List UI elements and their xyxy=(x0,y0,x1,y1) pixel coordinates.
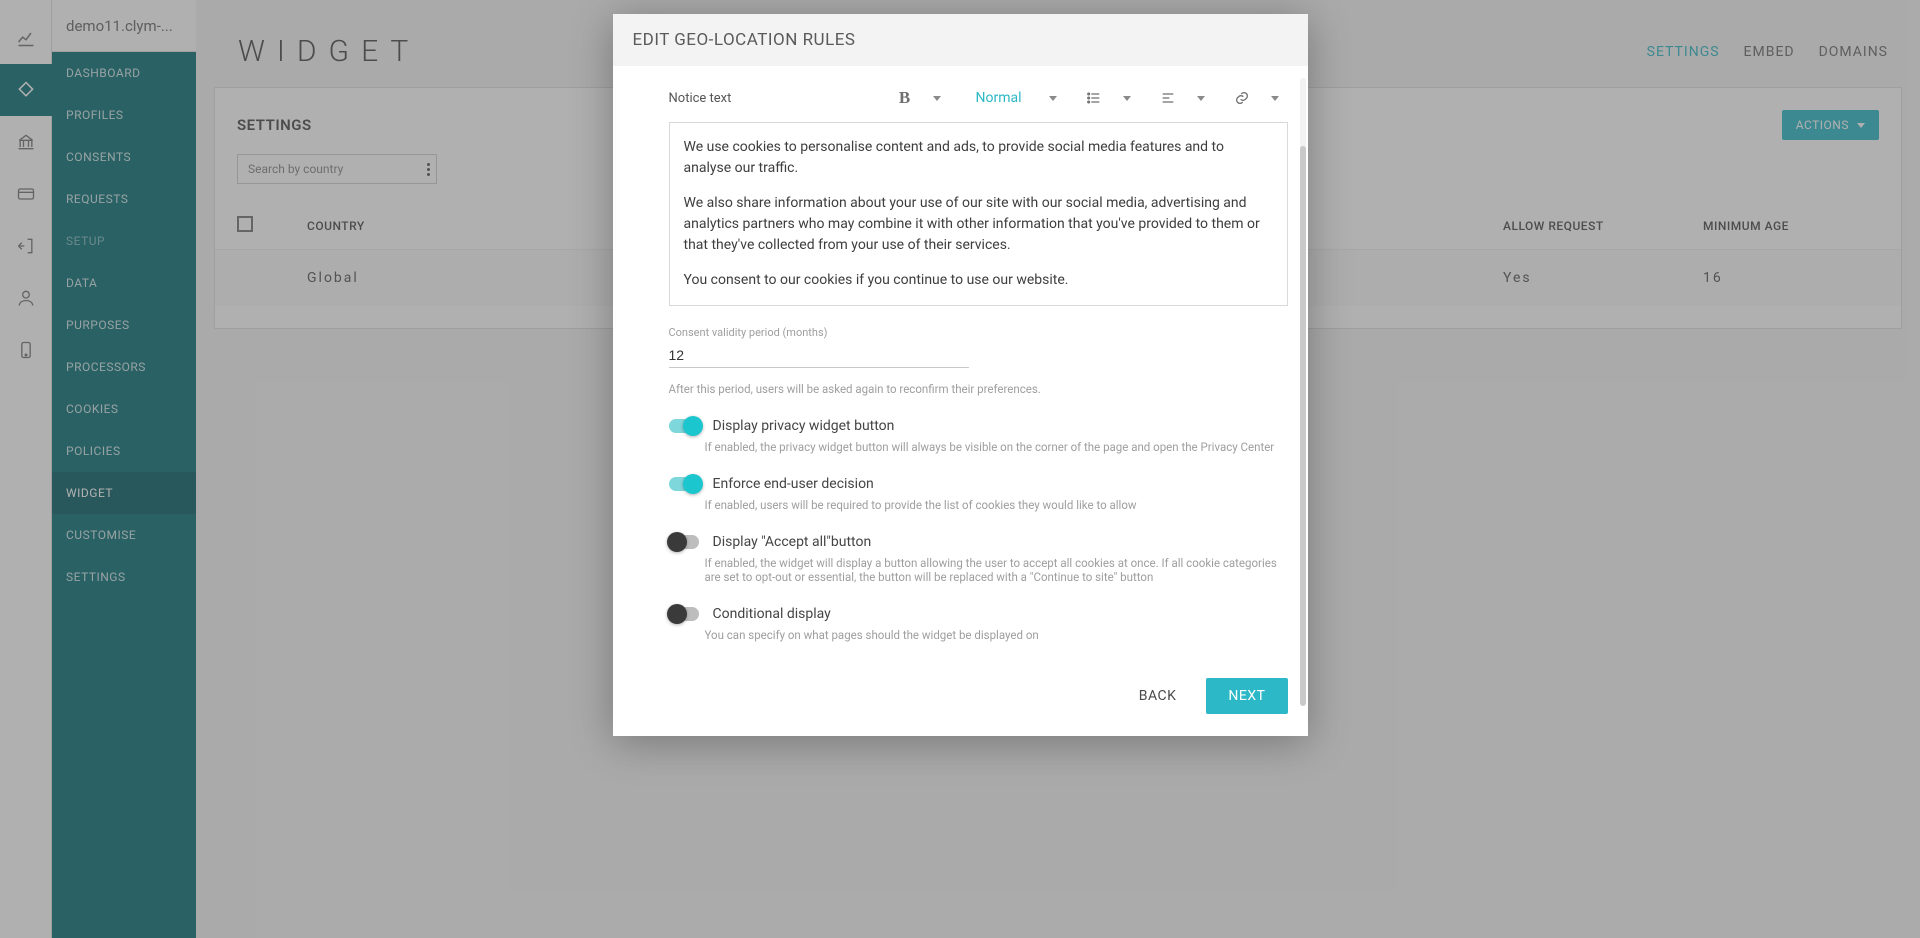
toggle-enforce-label: Enforce end-user decision xyxy=(713,476,874,492)
format-select[interactable]: Normal xyxy=(964,86,1034,110)
bold-dropdown[interactable] xyxy=(924,92,950,105)
toggle-conditional[interactable] xyxy=(669,607,699,621)
toggle-privacy-desc: If enabled, the privacy widget button wi… xyxy=(705,440,1288,454)
toggle-privacy-label: Display privacy widget button xyxy=(713,418,895,434)
align-button[interactable] xyxy=(1154,86,1182,110)
link-dropdown[interactable] xyxy=(1262,92,1288,105)
toggle-privacy[interactable] xyxy=(669,419,699,433)
toggle-acceptall-label: Display "Accept all"button xyxy=(713,534,872,550)
scrollbar-thumb[interactable] xyxy=(1300,146,1306,706)
toggle-conditional-label: Conditional display xyxy=(713,606,831,622)
toggle-conditional-desc: You can specify on what pages should the… xyxy=(705,628,1288,642)
back-button[interactable]: BACK xyxy=(1127,678,1189,714)
toggle-enforce[interactable] xyxy=(669,477,699,491)
notice-paragraph: We also share information about your use… xyxy=(684,193,1273,256)
next-button[interactable]: NEXT xyxy=(1206,678,1287,714)
toggle-acceptall-desc: If enabled, the widget will display a bu… xyxy=(705,556,1288,584)
list-dropdown[interactable] xyxy=(1114,92,1140,105)
modal-footer: BACK NEXT xyxy=(613,656,1308,736)
rte-toolbar: Notice text B Normal xyxy=(669,84,1288,112)
validity-help: After this period, users will be asked a… xyxy=(669,382,1288,396)
format-dropdown[interactable] xyxy=(1040,92,1066,105)
toggle-enforce-desc: If enabled, users will be required to pr… xyxy=(705,498,1288,512)
notice-paragraph: You consent to our cookies if you contin… xyxy=(684,270,1273,291)
chevron-down-icon xyxy=(1049,96,1057,101)
list-button[interactable] xyxy=(1080,86,1108,110)
notice-text-editor[interactable]: We use cookies to personalise content an… xyxy=(669,122,1288,306)
edit-geo-rules-modal: EDIT GEO-LOCATION RULES Notice text B No… xyxy=(613,14,1308,736)
link-button[interactable] xyxy=(1228,86,1256,110)
modal-title: EDIT GEO-LOCATION RULES xyxy=(613,14,1308,66)
chevron-down-icon xyxy=(933,96,941,101)
align-dropdown[interactable] xyxy=(1188,92,1214,105)
modal-body: Notice text B Normal We use cooki xyxy=(613,66,1308,656)
chevron-down-icon xyxy=(1123,96,1131,101)
notice-label: Notice text xyxy=(669,91,732,106)
validity-label: Consent validity period (months) xyxy=(669,326,1288,339)
chevron-down-icon xyxy=(1197,96,1205,101)
validity-input[interactable] xyxy=(669,343,969,368)
notice-paragraph: We use cookies to personalise content an… xyxy=(684,137,1273,179)
modal-overlay: EDIT GEO-LOCATION RULES Notice text B No… xyxy=(0,0,1920,938)
bold-button[interactable]: B xyxy=(892,84,918,112)
toggle-acceptall[interactable] xyxy=(669,535,699,549)
chevron-down-icon xyxy=(1271,96,1279,101)
